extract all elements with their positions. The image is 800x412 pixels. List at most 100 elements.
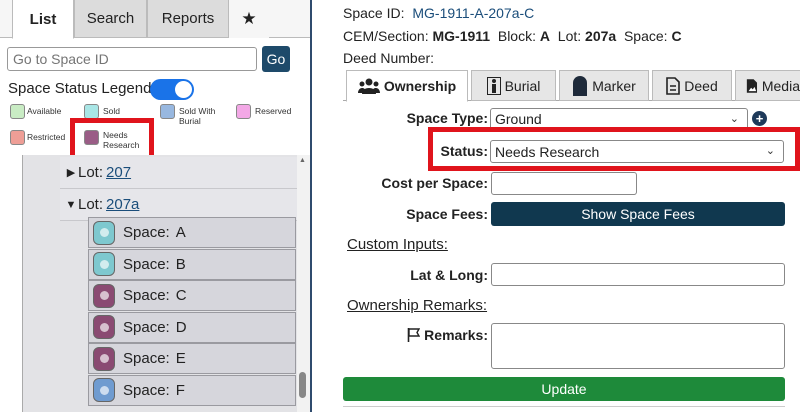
tab-marker-label: Marker — [592, 77, 636, 94]
add-icon[interactable]: + — [752, 111, 767, 126]
space-value: C — [671, 28, 682, 44]
space-id-value: MG-1911-A-207a-C — [412, 5, 535, 21]
space-row-name: C — [175, 287, 187, 304]
tab-deed[interactable]: Deed — [652, 70, 732, 101]
legend-swatch-reserved — [236, 104, 251, 119]
space-row[interactable]: Space: E — [88, 343, 296, 374]
lat-long-input[interactable] — [491, 263, 785, 286]
space-row-label: Space: — [123, 350, 170, 367]
space-row[interactable]: Space: F — [88, 374, 296, 406]
space-row[interactable]: Space: A — [88, 217, 296, 248]
tab-ownership[interactable]: Ownership — [346, 70, 468, 102]
ownership-remarks-heading: Ownership Remarks: — [347, 297, 488, 314]
update-button[interactable]: Update — [343, 377, 785, 401]
cem-label: CEM/Section: — [343, 28, 429, 44]
space-row[interactable]: Space: B — [88, 248, 296, 280]
lot-prefix: Lot: — [78, 196, 104, 213]
tab-media-label: Media — [761, 77, 800, 94]
goto-space-input[interactable] — [7, 47, 257, 71]
map-pin-icon — [93, 220, 115, 245]
headstone-icon — [573, 75, 588, 96]
space-tree: ▶ Lot: 207 ▼ Lot: 207a Space: A Space: B Spa… — [0, 155, 310, 412]
lot-value: 207a — [585, 28, 617, 44]
person-standing-icon — [486, 76, 501, 95]
legend-title: Space Status Legend: — [8, 80, 156, 97]
map-pin-icon — [93, 283, 115, 308]
legend-label-restricted: Restricted — [27, 132, 66, 142]
highlight-box-status — [428, 127, 800, 171]
legend-swatch-restricted — [10, 130, 25, 145]
tab-burial[interactable]: Burial — [471, 70, 556, 101]
space-row[interactable]: Space: D — [88, 311, 296, 343]
detail-tab-bar: Ownership Burial Marker Deed Media — [343, 70, 800, 102]
cost-per-space-label: Cost per Space: — [381, 175, 488, 191]
scroll-up-icon[interactable]: ▲ — [299, 157, 306, 164]
tab-favorites[interactable]: ★ — [229, 0, 269, 38]
tab-marker[interactable]: Marker — [559, 70, 649, 101]
document-icon — [666, 76, 681, 95]
map-pin-icon — [93, 378, 115, 402]
space-row[interactable]: Space: C — [88, 280, 296, 311]
chevron-down-icon: ⌄ — [729, 113, 739, 125]
space-row-name: A — [175, 224, 186, 241]
space-row-name: E — [175, 350, 186, 367]
tab-media[interactable]: Media — [735, 70, 800, 101]
tree-lot-row[interactable]: ▶ Lot: 207 — [60, 157, 298, 189]
lot-label: Lot: — [557, 28, 582, 44]
lot-prefix: Lot: — [78, 164, 104, 181]
tab-ownership-label: Ownership — [383, 78, 457, 94]
deed-number-label: Deed Number: — [343, 50, 435, 66]
map-pin-icon — [93, 252, 115, 276]
legend-label-available: Available — [27, 106, 62, 116]
remarks-label-row: Remarks: — [400, 327, 488, 343]
legend-swatch-available — [10, 104, 25, 119]
legend-label-sold: Sold — [103, 106, 121, 116]
tab-deed-label: Deed — [684, 77, 718, 94]
tab-list[interactable]: List — [12, 0, 74, 39]
space-row-label: Space: — [123, 381, 170, 399]
space-type-value: Ground — [495, 111, 542, 127]
space-type-label: Space Type: — [406, 110, 488, 126]
scrollbar-thumb[interactable] — [299, 372, 306, 398]
space-row-name: B — [175, 255, 186, 273]
left-tab-bar: List Search Reports ★ — [0, 0, 310, 39]
legend-swatch-sold-with-burial — [160, 104, 175, 119]
tree-scrollbar[interactable]: ▲ — [297, 155, 310, 412]
map-pin-icon — [93, 315, 115, 339]
block-value: A — [539, 28, 550, 44]
lat-long-label: Lat & Long: — [410, 267, 488, 283]
space-id-line: Space ID: MG-1911-A-207a-C — [343, 5, 534, 21]
caret-right-icon: ▶ — [66, 167, 76, 179]
space-row-name: D — [175, 318, 187, 336]
space-row-label: Space: — [123, 318, 170, 336]
space-row-name: F — [175, 381, 185, 399]
tab-burial-label: Burial — [504, 77, 541, 94]
space-row-label: Space: — [123, 224, 170, 241]
space-label: Space: — [623, 28, 668, 44]
location-line: CEM/Section: MG-1911 Block: A Lot: 207a … — [343, 28, 682, 44]
go-button[interactable]: Go — [262, 46, 290, 72]
divider — [343, 406, 785, 407]
map-pin-icon — [93, 346, 115, 371]
space-row-label: Space: — [123, 255, 170, 273]
tab-reports[interactable]: Reports — [147, 0, 229, 38]
block-label: Block: — [497, 28, 536, 44]
legend-label-reserved: Reserved — [255, 106, 292, 116]
cost-per-space-input[interactable] — [491, 172, 637, 195]
cem-value: MG-1911 — [432, 28, 491, 44]
tab-search[interactable]: Search — [74, 0, 147, 38]
space-fees-label: Space Fees: — [406, 206, 488, 222]
left-panel: List Search Reports ★ Go Space Status Le… — [0, 0, 312, 412]
highlight-box-legend — [70, 118, 154, 160]
caret-down-icon: ▼ — [65, 198, 77, 211]
flag-icon — [407, 328, 421, 342]
legend-label-sold-with-burial: Sold With Burial — [179, 106, 216, 126]
space-id-label: Space ID: — [343, 5, 405, 21]
show-space-fees-button[interactable]: Show Space Fees — [491, 202, 785, 226]
lot-link[interactable]: 207a — [106, 196, 139, 213]
legend-swatch-sold — [84, 104, 99, 119]
remarks-textarea[interactable] — [491, 323, 785, 369]
lot-link[interactable]: 207 — [106, 164, 131, 181]
legend-toggle[interactable] — [150, 79, 194, 100]
people-icon — [357, 78, 380, 94]
